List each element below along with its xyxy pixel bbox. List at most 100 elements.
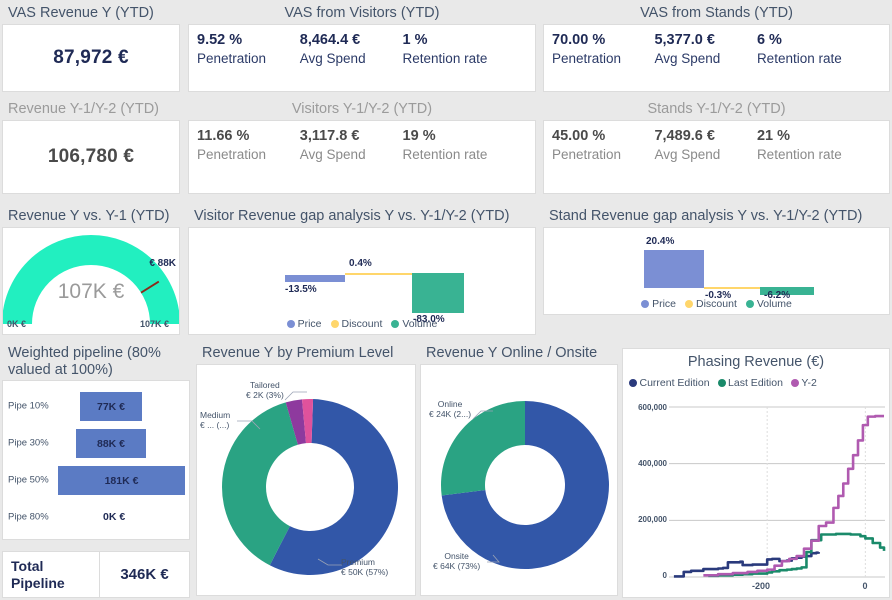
donut-label-value: € ... (...) (200, 420, 229, 430)
card-visitor-gap[interactable]: Visitor Revenue gap analysis Y vs. Y-1/Y… (188, 205, 536, 337)
metric-value: 7,489.6 € (654, 127, 756, 147)
legend-visitor-gap: Price Discount Volume (189, 318, 535, 330)
waterfall-stand-gap: 20.4% -0.3% -6.2% Price Discount Volume (544, 228, 889, 314)
metric-retention-rate: 21 % Retention rate (757, 127, 885, 193)
donut-online-onsite: Online € 24K (2...) Onsite € 64K (73%) (421, 365, 617, 595)
metric-label: Avg Spend (654, 50, 756, 68)
funnel-row[interactable]: Pipe 30% 88K € (3, 426, 189, 460)
card-title-vas-visitors: VAS from Visitors (YTD) (188, 2, 536, 24)
legend-item-current-edition[interactable]: Current Edition (629, 377, 710, 389)
card-online-onsite[interactable]: Revenue Y Online / Onsite Online € 24K (… (420, 342, 618, 598)
legend-label: Volume (757, 298, 792, 310)
dashboard: VAS Revenue Y (YTD) 87,972 € VAS from Vi… (0, 0, 892, 600)
card-vas-visitors[interactable]: VAS from Visitors (YTD) 9.52 % Penetrati… (188, 2, 536, 94)
linechart-phasing-revenue: Phasing Revenue (€) Current Edition Last… (623, 349, 889, 597)
funnel-row[interactable]: Pipe 50% 181K € (3, 463, 189, 497)
donut-label-name: Premium (341, 557, 388, 568)
funnel-bar-zero: 0K € (103, 511, 125, 523)
card-phasing-revenue[interactable]: Phasing Revenue (€) Current Edition Last… (622, 348, 890, 598)
waterfall-visitor-gap: -13.5% 0.4% -83.0% Price Discount Volume (189, 228, 535, 334)
kpi-group-visitors-prev: 11.66 % Penetration 3,117.8 € Avg Spend … (189, 121, 535, 193)
funnel-category-label: Pipe 30% (8, 438, 49, 449)
chart-title-online-onsite: Revenue Y Online / Onsite (420, 342, 618, 364)
kpi-group-vas-visitors: 9.52 % Penetration 8,464.4 € Avg Spend 1… (189, 25, 535, 91)
funnel-category-label: Pipe 10% (8, 401, 49, 412)
legend-item-discount[interactable]: Discount (331, 318, 383, 330)
funnel-row[interactable]: Pipe 10% 77K € (3, 389, 189, 423)
metric-label: Avg Spend (300, 146, 403, 164)
card-vas-stands[interactable]: VAS from Stands (YTD) 70.00 % Penetratio… (543, 2, 890, 94)
legend-item-volume[interactable]: Volume (746, 298, 792, 310)
metric-retention-rate: 1 % Retention rate (403, 31, 531, 91)
gauge-min-label: 0K € (7, 319, 26, 329)
metric-label: Penetration (552, 50, 654, 68)
card-total-pipeline[interactable]: Total Pipeline 346K € (2, 551, 190, 598)
x-tick-label: 0 (845, 581, 885, 591)
card-title-vas-stands: VAS from Stands (YTD) (543, 2, 890, 24)
metric-value: 21 % (757, 127, 885, 147)
kpi-group-vas-stands: 70.00 % Penetration 5,377.0 € Avg Spend … (544, 25, 889, 91)
card-title-stands-prev: Stands Y-1/Y-2 (YTD) (543, 98, 890, 120)
card-vas-revenue[interactable]: VAS Revenue Y (YTD) 87,972 € (2, 2, 180, 94)
metric-value: 5,377.0 € (654, 31, 756, 51)
total-pipeline-value: 346K € (100, 552, 189, 597)
metric-avg-spend: 7,489.6 € Avg Spend (654, 127, 756, 193)
card-weighted-pipeline[interactable]: Weighted pipeline (80% valued at 100%) P… (2, 342, 190, 547)
chart-title-visitor-gap: Visitor Revenue gap analysis Y vs. Y-1/Y… (188, 205, 536, 227)
legend-label: Discount (342, 318, 383, 330)
donut-label-name: Online (429, 399, 471, 410)
card-stands-prev[interactable]: Stands Y-1/Y-2 (YTD) 45.00 % Penetration… (543, 98, 890, 196)
chart-title-weighted-pipeline: Weighted pipeline (80% valued at 100%) (2, 342, 190, 380)
legend-item-y2[interactable]: Y-2 (791, 377, 817, 389)
funnel-bar: 181K € (58, 466, 185, 495)
total-pipeline-box: Total Pipeline 346K € (3, 552, 189, 597)
metric-label: Penetration (197, 146, 300, 164)
metric-label: Avg Spend (654, 146, 756, 164)
metric-penetration: 70.00 % Penetration (552, 31, 654, 91)
line-series (703, 416, 884, 575)
funnel-row[interactable]: Pipe 80% 0K € (3, 500, 189, 534)
legend-item-discount[interactable]: Discount (685, 298, 737, 310)
legend-item-price[interactable]: Price (287, 318, 322, 330)
y-tick-label: 400,000 (625, 459, 667, 468)
metric-value: 45.00 % (552, 127, 654, 147)
donut-label-name: Onsite (433, 551, 480, 562)
y-tick-label: 0 (625, 571, 667, 580)
metric-value: 70.00 % (552, 31, 654, 51)
wf-bar-price (644, 250, 704, 288)
legend-item-last-edition[interactable]: Last Edition (718, 377, 783, 389)
funnel-bar: 77K € (80, 392, 142, 421)
donut-label-value: € 2K (3%) (246, 390, 284, 400)
gauge-value-label: 107K € (3, 280, 179, 304)
kpi-revenue-prev-value: 106,780 € (3, 121, 179, 193)
legend-phasing-revenue: Current Edition Last Edition Y-2 (629, 377, 817, 389)
wf-label-discount: 0.4% (349, 258, 372, 269)
metric-label: Penetration (197, 50, 300, 68)
donut-label-online: Online € 24K (2...) (429, 399, 471, 420)
metric-value: 9.52 % (197, 31, 300, 51)
wf-label-price: -13.5% (285, 284, 317, 295)
donut-label-name: Medium (200, 410, 230, 421)
donut-label-medium: Medium € ... (...) (200, 410, 230, 431)
x-tick-label: -200 (741, 581, 781, 591)
funnel-bar: 88K € (76, 429, 146, 458)
card-premium-level[interactable]: Revenue Y by Premium Level Tailored € 2K… (196, 342, 416, 598)
card-visitors-prev[interactable]: Visitors Y-1/Y-2 (YTD) 11.66 % Penetrati… (188, 98, 536, 196)
funnel-category-label: Pipe 50% (8, 475, 49, 486)
card-title-revenue-prev: Revenue Y-1/Y-2 (YTD) (2, 98, 180, 120)
wf-bar-volume (412, 273, 464, 313)
metric-label: Avg Spend (300, 50, 403, 68)
legend-label: Current Edition (640, 377, 710, 389)
y-tick-label: 600,000 (625, 403, 667, 412)
legend-item-volume[interactable]: Volume (391, 318, 437, 330)
legend-item-price[interactable]: Price (641, 298, 676, 310)
metric-value: 11.66 % (197, 127, 300, 147)
card-title-visitors-prev: Visitors Y-1/Y-2 (YTD) (188, 98, 536, 120)
card-stand-gap[interactable]: Stand Revenue gap analysis Y vs. Y-1/Y-2… (543, 205, 890, 337)
wf-label-price: 20.4% (646, 236, 674, 247)
wf-bar-price (285, 275, 345, 282)
card-revenue-prev[interactable]: Revenue Y-1/Y-2 (YTD) 106,780 € (2, 98, 180, 196)
legend-label: Price (298, 318, 322, 330)
metric-value: 19 % (403, 127, 531, 147)
card-gauge-revenue[interactable]: Revenue Y vs. Y-1 (YTD) 107K € 0K € 107K… (2, 205, 180, 337)
